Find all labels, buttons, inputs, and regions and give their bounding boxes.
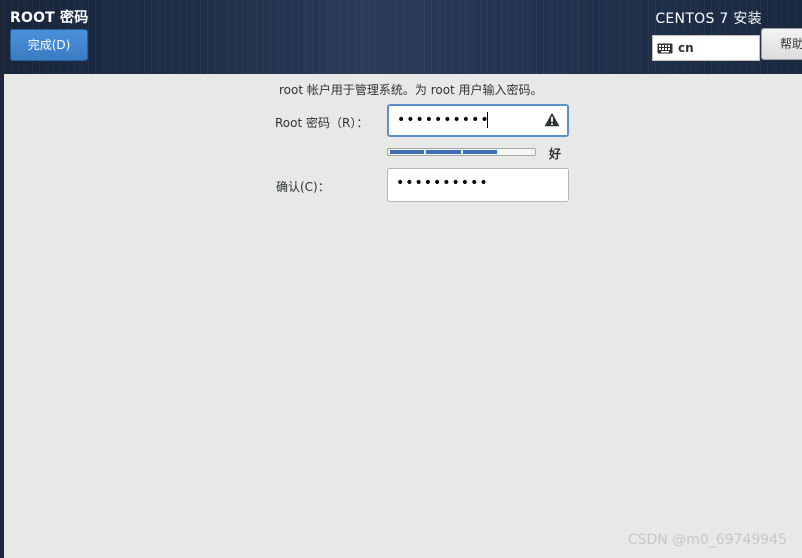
password-label: Root 密码（R）： <box>275 116 369 130</box>
header-bar: ROOT 密码 完成(D) CENTOS 7 安装 cn 帮助 <box>4 0 802 74</box>
confirm-password-field[interactable]: •••••••••• <box>387 168 569 202</box>
page-title: ROOT 密码 <box>10 10 89 26</box>
confirm-password-value: •••••••••• <box>396 175 489 191</box>
keyboard-layout-label: cn <box>678 41 694 55</box>
warning-icon <box>544 112 560 127</box>
strength-segment <box>499 150 533 154</box>
confirm-label: 确认(C)： <box>276 180 330 194</box>
strength-segment <box>390 150 425 154</box>
keyboard-icon <box>657 43 673 53</box>
intro-text: root 帐户用于管理系统。为 root 用户输入密码。 <box>279 83 543 97</box>
help-button[interactable]: 帮助 <box>761 28 802 60</box>
text-caret <box>487 112 488 128</box>
product-title: CENTOS 7 安装 <box>655 11 762 27</box>
keyboard-layout-indicator[interactable]: cn <box>652 35 760 61</box>
password-value: •••••••••• <box>397 112 490 128</box>
strength-label: 好 <box>549 147 562 161</box>
window-edge <box>0 0 4 558</box>
password-field[interactable]: •••••••••• <box>387 104 569 137</box>
done-button[interactable]: 完成(D) <box>10 29 88 61</box>
watermark: CSDN @m0_69749945 <box>627 532 787 548</box>
strength-segment <box>426 150 461 154</box>
strength-segment <box>462 150 497 154</box>
password-strength-bar <box>387 148 536 156</box>
